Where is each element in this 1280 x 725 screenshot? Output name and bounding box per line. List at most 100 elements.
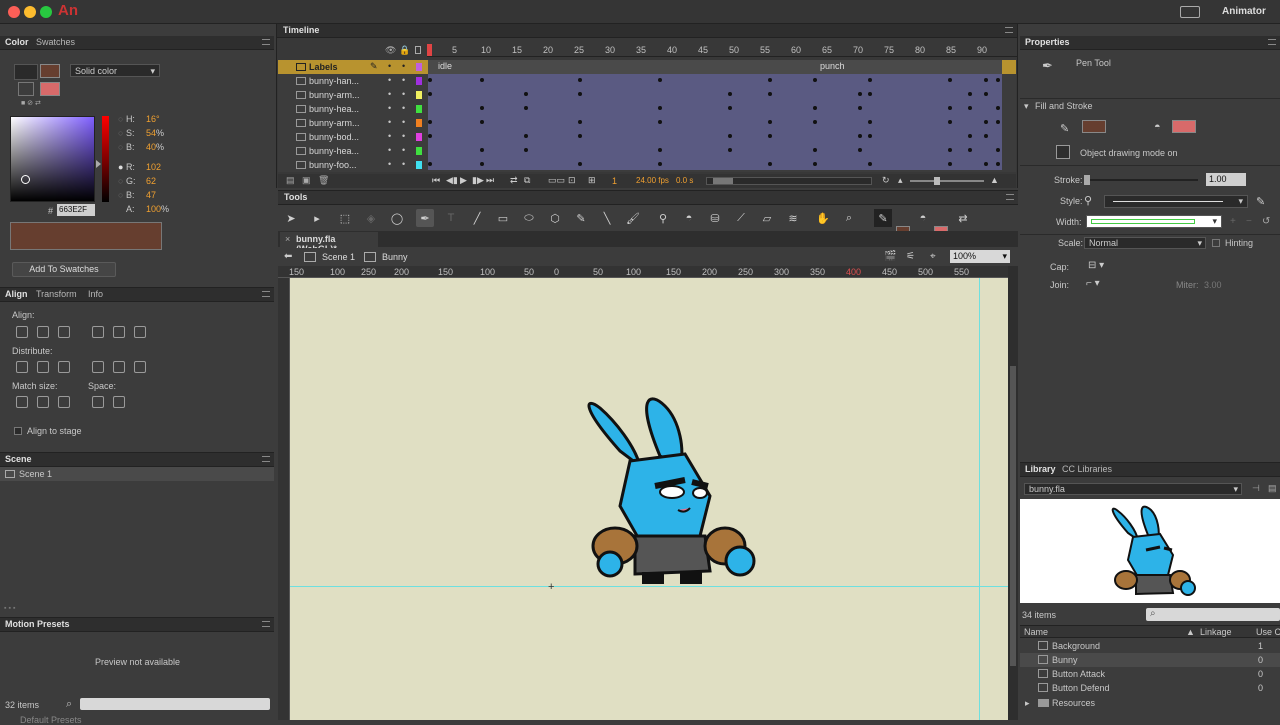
keyframe-dot[interactable] [868,134,872,138]
scrollbar-thumb[interactable] [713,178,733,184]
vertical-ruler[interactable] [278,278,290,720]
layer-row[interactable]: bunny-hea... • • [278,102,1016,116]
keyframe-dot[interactable] [868,162,872,166]
add-width-icon[interactable]: + [1230,216,1236,227]
keyframe-dot[interactable] [768,134,772,138]
properties-stroke-swatch[interactable] [1082,120,1106,133]
visibility-dot[interactable]: • [388,61,391,71]
stage-vertical-scrollbar[interactable] [1008,266,1018,720]
layer-color-swatch[interactable] [416,147,422,155]
layer-row[interactable]: bunny-arm... • • [278,116,1016,130]
keyframe-dot[interactable] [996,120,1000,124]
stroke-slider[interactable] [1084,175,1198,185]
tab-cc-libraries[interactable]: CC Libraries [1062,464,1112,474]
guide-vertical[interactable] [979,278,980,720]
zoom-out-frames-icon[interactable]: ▴ [898,175,903,186]
pencil-icon[interactable]: ✎ [370,61,378,72]
show-hide-icon[interactable]: 👁 [385,45,396,56]
lasso-tool-icon[interactable]: ◯ [388,209,406,227]
keyframe-dot[interactable] [858,106,862,110]
keyframe-dot[interactable] [524,92,528,96]
layer-color-swatch[interactable] [416,133,422,141]
visibility-dot[interactable]: • [388,89,391,99]
keyframe-dot[interactable] [868,92,872,96]
hue-value[interactable]: 16 [146,114,156,124]
pencil-tool-icon[interactable]: ✎ [572,209,590,227]
match-height-icon[interactable] [37,396,49,408]
library-row[interactable]: Button Attack 0 [1020,667,1280,681]
keyframe-dot[interactable] [658,106,662,110]
oval-tool-icon[interactable]: ⬭ [520,209,538,227]
width-tool-icon[interactable]: ≋ [784,209,802,227]
horizontal-ruler[interactable]: 150 100 250 200 150 100 50 0 50 100 150 … [278,266,1008,278]
close-window-icon[interactable] [8,6,20,18]
free-transform-tool-icon[interactable]: ⬚ [336,209,354,227]
keyframe-dot[interactable] [858,134,862,138]
go-first-frame-icon[interactable]: ⏮ [432,175,440,186]
layer-frames[interactable] [428,88,1002,102]
slider-thumb[interactable] [934,177,940,185]
keyframe-dot[interactable] [768,78,772,82]
slider-thumb[interactable] [1084,175,1090,185]
keyframe-dot[interactable] [968,92,972,96]
keyframe-dot[interactable] [813,106,817,110]
visibility-dot[interactable]: • [388,117,391,127]
ink-bottle-tool-icon[interactable]: ⛁ [706,209,724,227]
keyframe-dot[interactable] [480,106,484,110]
keyframe-dot[interactable] [813,148,817,152]
keyframe-dot[interactable] [868,120,872,124]
step-back-icon[interactable]: ◀▮ [446,175,458,186]
zoom-in-frames-icon[interactable]: ▲ [990,175,999,185]
rectangle-tool-icon[interactable]: ▭ [494,209,512,227]
column-use-count[interactable]: Use C [1256,627,1280,637]
keyframe-dot[interactable] [968,148,972,152]
keyframe-dot[interactable] [480,148,484,152]
onion-markers-icon[interactable]: ⊞ [588,175,596,186]
layer-frames[interactable] [428,116,1002,130]
keyframe-dot[interactable] [984,78,988,82]
align-left-icon[interactable] [16,326,28,338]
lock-dot[interactable]: • [402,89,405,99]
layer-color-swatch[interactable] [416,161,422,169]
expand-folder-icon[interactable]: ▸ [1025,698,1030,709]
distribute-right-icon[interactable] [134,361,146,373]
keyframe-dot[interactable] [858,148,862,152]
scale-select[interactable]: Normal ▾ [1084,237,1206,249]
keyframe-dot[interactable] [948,148,952,152]
layer-row[interactable]: bunny-hea... • • [278,144,1016,158]
keyframe-dot[interactable] [984,134,988,138]
center-stage-icon[interactable]: ⌖ [930,251,936,262]
keyframe-dot[interactable] [984,92,988,96]
hue-slider[interactable] [102,116,109,202]
library-row[interactable]: Button Defend 0 [1020,681,1280,695]
keyframe-dot[interactable] [728,92,732,96]
tab-info[interactable]: Info [88,289,103,299]
timeline-horizontal-scrollbar[interactable] [706,177,872,185]
width-profile-select[interactable]: ▾ [1086,215,1222,228]
layer-frames[interactable] [428,158,1002,170]
guide-horizontal[interactable] [290,586,1008,587]
green-value[interactable]: 62 [146,176,156,186]
align-bottom-icon[interactable] [134,326,146,338]
miter-value[interactable]: 3.00 [1204,280,1222,290]
lock-dot[interactable]: • [402,103,405,113]
layer-frames[interactable] [428,102,1002,116]
distribute-vcenter-icon[interactable] [37,361,49,373]
tab-swatches[interactable]: Swatches [36,37,75,47]
scene-actions-icons[interactable]: ▪▪▪ [4,605,64,613]
keyframe-dot[interactable] [658,162,662,166]
keyframe-dot[interactable] [658,78,662,82]
alpha-value[interactable]: 100 [146,204,161,214]
3d-rotation-tool-icon[interactable]: ◈ [362,209,380,227]
brush-tool-icon[interactable]: 🖌 [624,209,642,227]
minimize-window-icon[interactable] [24,6,36,18]
match-both-icon[interactable] [58,396,70,408]
keyframe-dot[interactable] [728,134,732,138]
step-forward-icon[interactable]: ▮▶ [472,175,484,186]
keyframe-dot[interactable] [524,106,528,110]
keyframe-dot[interactable] [428,92,432,96]
library-row-selected[interactable]: Bunny 0 [1020,653,1280,667]
zoom-tool-icon[interactable]: ⌕ [840,209,858,227]
lock-icon[interactable]: 🔒 [399,45,410,56]
space-vertical-icon[interactable] [92,396,104,408]
